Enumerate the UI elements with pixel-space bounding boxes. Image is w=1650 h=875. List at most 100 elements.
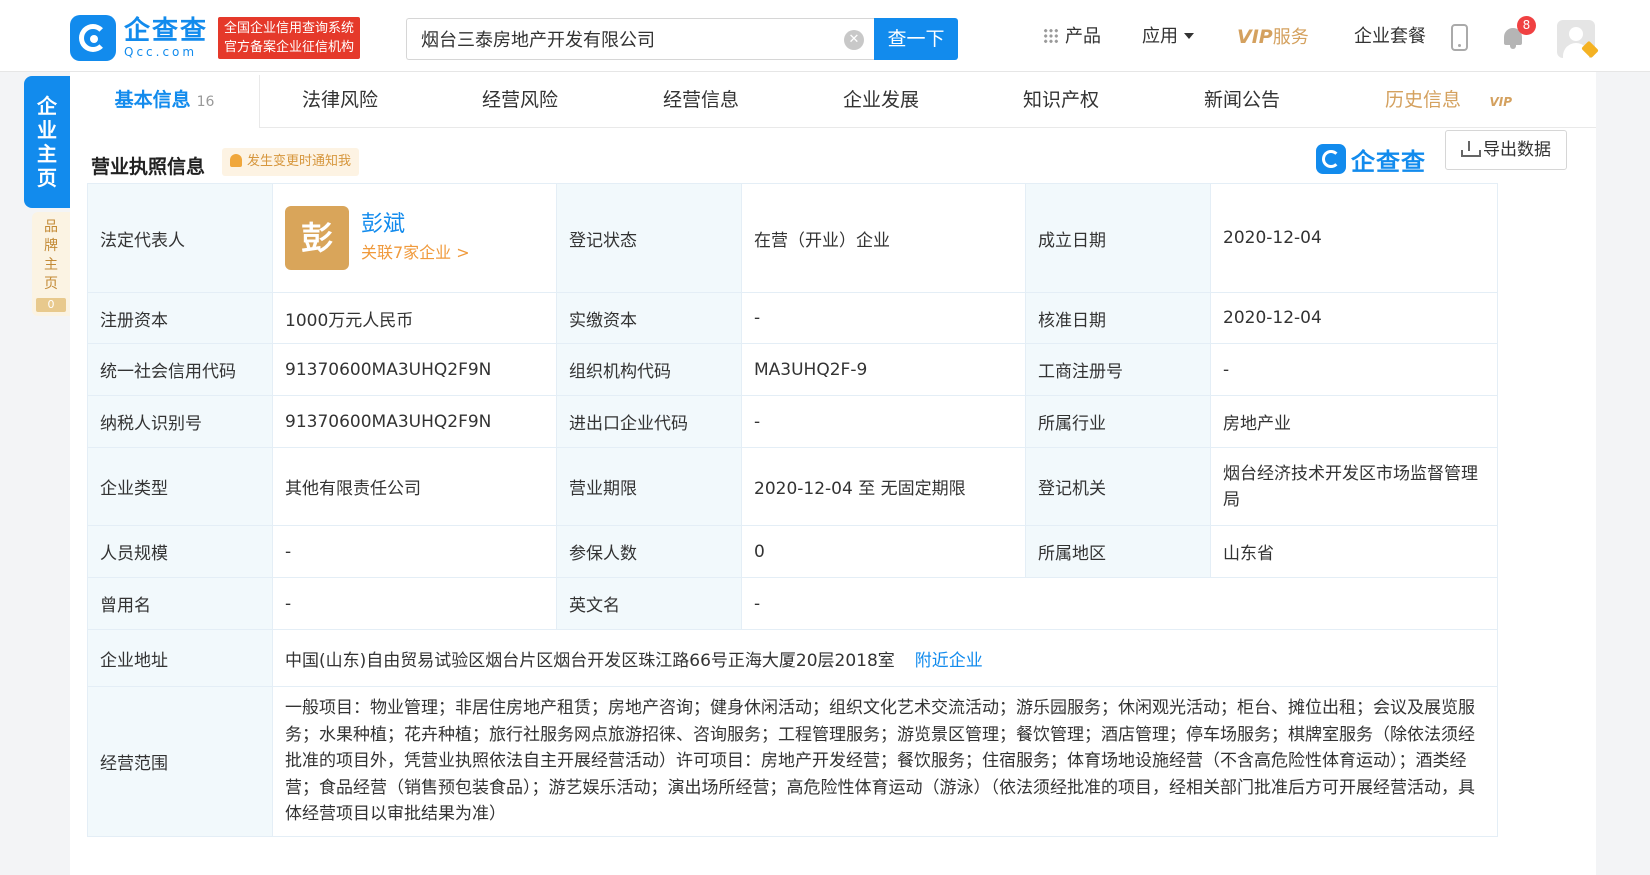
nav-products[interactable]: 产品 <box>1043 22 1101 52</box>
legal-rep-name-link[interactable]: 彭斌 <box>361 210 470 240</box>
related-companies-link[interactable]: 关联7家企业 > <box>361 240 470 266</box>
tab-ip[interactable]: 知识产权 <box>966 72 1156 128</box>
cell-value: 2020-12-04 <box>1210 292 1498 344</box>
cell-value: 2020-12-04 至 无固定期限 <box>741 447 1026 526</box>
cell-value: 在营（开业）企业 <box>741 183 1026 293</box>
cell-label: 核准日期 <box>1025 292 1211 344</box>
cell-value: 其他有限责任公司 <box>272 447 557 526</box>
table-row: 法定代表人 彭 彭斌 关联7家企业 > 登记状态 在营（开业）企业 成立日期 2… <box>87 183 1498 293</box>
cell-label: 纳税人识别号 <box>87 395 273 448</box>
cell-label: 人员规模 <box>87 525 273 578</box>
tab-operating-risk[interactable]: 经营风险 <box>425 72 615 128</box>
nav-vip-service[interactable]: VIP服务 <box>1237 22 1309 52</box>
change-notify-button[interactable]: 发生变更时通知我 <box>222 148 360 176</box>
slogan-line-2: 官方备案企业征信机构 <box>224 40 355 55</box>
table-row: 经营范围 一般项目：物业管理；非居住房地产租赁；房地产咨询；健身休闲活动；组织文… <box>87 686 1498 837</box>
logo-cn-text: 企查查 <box>124 16 209 46</box>
side-tab-char: 主 <box>44 257 58 273</box>
cell-label: 登记机关 <box>1025 447 1211 526</box>
mobile-app-icon[interactable] <box>1451 24 1468 51</box>
section-title: 营业执照信息 <box>91 156 206 178</box>
tab-history[interactable]: 历史信息 VIP <box>1328 72 1518 128</box>
cell-label: 注册资本 <box>87 292 273 344</box>
cell-label: 企业地址 <box>87 629 273 687</box>
qcc-logo-icon <box>1316 144 1346 174</box>
address-cell: 中国(山东)自由贸易试验区烟台片区烟台开发区珠江路66号正海大厦20层2018室… <box>272 629 1498 687</box>
nearby-companies-link[interactable]: 附近企业 <box>915 651 983 671</box>
cell-value: - <box>741 577 1498 630</box>
cell-value: 91370600MA3UHQ2F9N <box>272 395 557 448</box>
export-data-button[interactable]: 导出数据 <box>1445 130 1567 170</box>
cell-label: 营业期限 <box>556 447 742 526</box>
cell-label: 所属地区 <box>1025 525 1211 578</box>
legal-rep-avatar[interactable]: 彭 <box>285 206 349 270</box>
side-tab-brand-home[interactable]: 品 牌 主 页 0 <box>32 212 70 316</box>
side-tab-char: 页 <box>37 166 57 190</box>
search-input[interactable] <box>407 19 827 59</box>
side-tab-char: 企 <box>37 94 57 118</box>
qcc-logo[interactable]: 企查查 Qcc.com 全国企业信用查询系统 官方备案企业征信机构 <box>70 15 361 61</box>
table-row: 曾用名 - 英文名 - <box>87 577 1498 630</box>
cell-label: 工商注册号 <box>1025 343 1211 396</box>
cell-label: 所属行业 <box>1025 395 1211 448</box>
notification-badge: 8 <box>1517 16 1536 35</box>
side-tab-char: 品 <box>44 219 58 235</box>
nav-enterprise-package[interactable]: 企业套餐 <box>1354 22 1426 52</box>
address-text: 中国(山东)自由贸易试验区烟台片区烟台开发区珠江路66号正海大厦20层2018室 <box>285 650 895 671</box>
cell-value: - <box>741 395 1026 448</box>
cell-label: 曾用名 <box>87 577 273 630</box>
cell-value: - <box>272 577 557 630</box>
bell-icon <box>230 154 242 167</box>
table-row: 纳税人识别号 91370600MA3UHQ2F9N 进出口企业代码 - 所属行业… <box>87 395 1498 448</box>
cell-label: 成立日期 <box>1025 183 1211 293</box>
table-row: 注册资本 1000万元人民币 实缴资本 - 核准日期 2020-12-04 <box>87 292 1498 344</box>
qcc-logo-icon <box>70 15 116 61</box>
vip-prefix: VIP <box>1237 26 1273 48</box>
cell-label: 参保人数 <box>556 525 742 578</box>
cell-label: 组织机构代码 <box>556 343 742 396</box>
tab-bar: 基本信息 16 法律风险 经营风险 经营信息 企业发展 知识产权 新闻公告 历史信… <box>70 72 1596 128</box>
cell-value: - <box>741 292 1026 344</box>
top-header: 企查查 Qcc.com 全国企业信用查询系统 官方备案企业征信机构 ✕ 查一下 … <box>0 0 1650 72</box>
tab-operating-info[interactable]: 经营信息 <box>606 72 796 128</box>
side-tab-char: 业 <box>37 118 57 142</box>
notify-label: 发生变更时通知我 <box>247 154 352 169</box>
side-tab-char: 页 <box>44 276 58 292</box>
clear-icon[interactable]: ✕ <box>844 30 864 50</box>
nav-apps-label: 应用 <box>1142 26 1178 47</box>
logo-en-text: Qcc.com <box>124 45 198 59</box>
tab-basic-info[interactable]: 基本信息 16 <box>70 72 260 128</box>
side-tab-char: 牌 <box>44 238 58 254</box>
side-tab-char: 主 <box>37 142 57 166</box>
table-row: 企业地址 中国(山东)自由贸易试验区烟台片区烟台开发区珠江路66号正海大厦20层… <box>87 629 1498 687</box>
cell-value: 2020-12-04 <box>1210 183 1498 293</box>
chevron-down-icon <box>1184 33 1194 39</box>
cell-label: 实缴资本 <box>556 292 742 344</box>
cell-label: 统一社会信用代码 <box>87 343 273 396</box>
brand-count-badge: 0 <box>36 298 66 312</box>
main-card: 基本信息 16 法律风险 经营风险 经营信息 企业发展 知识产权 新闻公告 历史信… <box>70 72 1596 875</box>
download-icon <box>1461 141 1481 157</box>
search-button[interactable]: 查一下 <box>874 18 958 60</box>
tab-label: 历史信息 <box>1384 89 1461 111</box>
cell-value: 1000万元人民币 <box>272 292 557 344</box>
cell-label: 经营范围 <box>87 686 273 837</box>
cell-label: 企业类型 <box>87 447 273 526</box>
qcc-logo-text: 企查查 <box>1351 147 1426 176</box>
vip-suffix: 服务 <box>1272 27 1309 48</box>
tab-news[interactable]: 新闻公告 <box>1147 72 1337 128</box>
cell-value: 91370600MA3UHQ2F9N <box>272 343 557 396</box>
cell-value: 房地产业 <box>1210 395 1498 448</box>
cell-value: 0 <box>741 525 1026 578</box>
tab-development[interactable]: 企业发展 <box>786 72 976 128</box>
nav-products-label: 产品 <box>1065 26 1101 47</box>
slogan-line-1: 全国企业信用查询系统 <box>224 21 355 36</box>
cell-value: 烟台经济技术开发区市场监督管理局 <box>1210 447 1498 526</box>
tab-legal-risk[interactable]: 法律风险 <box>245 72 435 128</box>
cell-label: 法定代表人 <box>87 183 273 293</box>
nav-apps[interactable]: 应用 <box>1142 22 1194 52</box>
export-label: 导出数据 <box>1483 140 1551 160</box>
cell-value: MA3UHQ2F-9 <box>741 343 1026 396</box>
side-tab-company-home[interactable]: 企 业 主 页 <box>24 76 70 208</box>
table-row: 人员规模 - 参保人数 0 所属地区 山东省 <box>87 525 1498 578</box>
